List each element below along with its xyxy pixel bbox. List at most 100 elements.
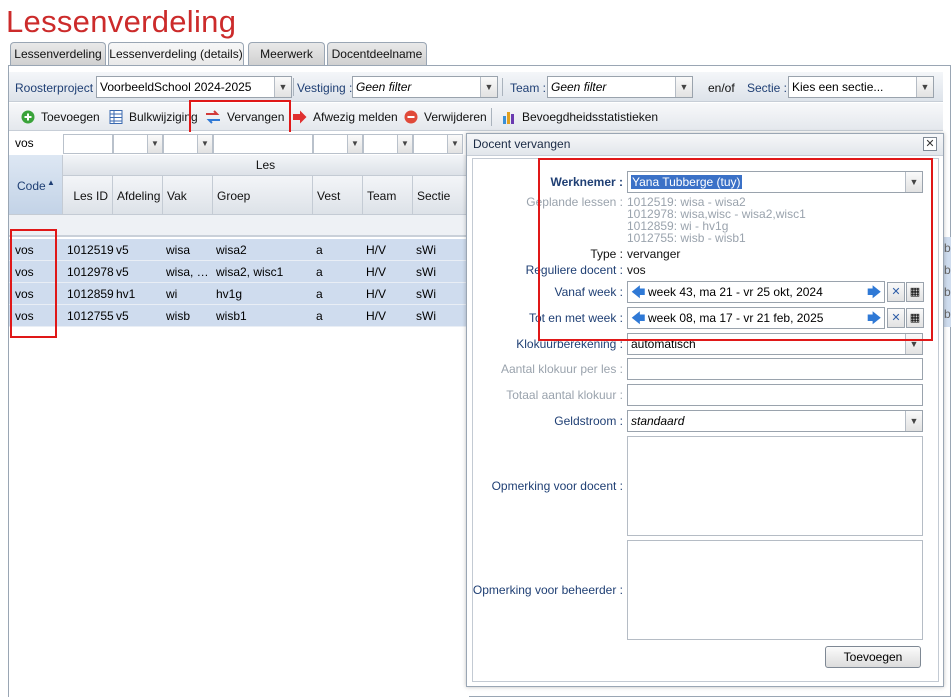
arrow-right-icon[interactable]: 🡆: [867, 311, 881, 325]
team-filter[interactable]: ▼: [363, 134, 413, 154]
close-icon[interactable]: ✕: [923, 137, 937, 151]
team-select[interactable]: Geen filter ▼: [547, 76, 693, 98]
cell-groep: wisa2, wisc1: [216, 265, 284, 279]
sectie-filter[interactable]: ▼: [413, 134, 463, 154]
opm-beheerder-textarea[interactable]: [627, 540, 923, 640]
dialog-header: Docent vervangen ✕: [467, 134, 943, 156]
chevron-down-icon[interactable]: ▼: [147, 135, 162, 153]
team-value: Geen filter: [551, 80, 607, 94]
vanaf-value: week 43, ma 21 - vr 25 okt, 2024: [648, 285, 823, 299]
cell-groep: wisb1: [216, 309, 247, 323]
tab-lessenverdeling[interactable]: Lessenverdeling: [10, 42, 106, 66]
replace-label: Vervangen: [227, 110, 285, 124]
chevron-down-icon[interactable]: ▼: [397, 135, 412, 153]
table-row[interactable]: vos 1012978 v5 wisa, … wisa2, wisc1 a H/…: [9, 261, 469, 283]
table-row[interactable]: vos 1012519 v5 wisa wisa2 a H/V sWi: [9, 239, 469, 261]
cell-afdeling: hv1: [116, 287, 136, 301]
column-header-les-id[interactable]: Les ID: [63, 176, 113, 215]
table-row[interactable]: vos 1012755 v5 wisb wisb1 a H/V sWi: [9, 305, 469, 327]
vak-filter[interactable]: ▼: [163, 134, 213, 154]
geldstroom-select[interactable]: standaard ▼: [627, 410, 923, 432]
sectie-header-label: Sectie: [417, 189, 451, 203]
cell-sectie: sWi: [416, 243, 436, 257]
arrow-left-icon[interactable]: 🡄: [631, 311, 645, 325]
chevron-down-icon[interactable]: ▼: [905, 411, 922, 431]
cell-vest: a: [316, 287, 323, 301]
chevron-down-icon[interactable]: ▼: [347, 135, 362, 153]
clear-icon[interactable]: ✕: [887, 308, 905, 328]
chevron-down-icon[interactable]: ▼: [916, 77, 933, 97]
vanaf-week-picker[interactable]: 🡄 week 43, ma 21 - vr 25 okt, 2024 🡆: [627, 281, 885, 303]
code-header-label: Code: [17, 179, 46, 193]
werknemer-select[interactable]: Yana Tubberge (tuy) ▼: [627, 171, 923, 193]
arrow-right-icon[interactable]: 🡆: [867, 285, 881, 299]
arrow-left-icon[interactable]: 🡄: [631, 285, 645, 299]
sectie-select[interactable]: Kies een sectie... ▼: [788, 76, 934, 98]
replace-button[interactable]: Vervangen: [205, 108, 284, 126]
vestiging-select[interactable]: Geen filter ▼: [352, 76, 498, 98]
report-absent-button[interactable]: Afwezig melden: [293, 108, 398, 126]
vestiging-label: Vestiging :: [297, 81, 353, 95]
code-filter-input[interactable]: vos: [11, 134, 63, 154]
aantal-label: Aantal klokuur per les :: [500, 362, 623, 376]
totaal-klokuur-input[interactable]: [627, 384, 923, 406]
app-title: Lessenverdeling: [6, 4, 237, 39]
cell-vak: wisa, …: [166, 265, 209, 279]
column-header-vak[interactable]: Vak: [163, 176, 213, 215]
afdeling-filter[interactable]: ▼: [113, 134, 163, 154]
enof-label: en/of: [708, 81, 735, 95]
opm-docent-label: Opmerking voor docent :: [491, 479, 623, 493]
cell-sectie: sWi: [416, 265, 436, 279]
cell-les-id: 1012978: [67, 265, 114, 279]
divider: [491, 108, 492, 126]
grid-icon: [109, 110, 123, 124]
geplande-line: 1012755: wisb - wisb1: [627, 231, 746, 245]
chevron-down-icon[interactable]: ▼: [905, 172, 922, 192]
opm-docent-textarea[interactable]: [627, 436, 923, 536]
column-header-afdeling[interactable]: Afdeling: [113, 176, 163, 215]
chevron-down-icon[interactable]: ▼: [480, 77, 497, 97]
add-button[interactable]: Toevoegen: [21, 108, 100, 126]
toolbar: Toevoegen Bulkwijziging Vervangen Afwezi…: [9, 103, 943, 131]
groep-filter[interactable]: [213, 134, 313, 154]
cell-groep: hv1g: [216, 287, 243, 301]
qualification-stats-button[interactable]: Bevoegdheidsstatistieken: [502, 108, 658, 126]
chevron-down-icon[interactable]: ▼: [675, 77, 692, 97]
vest-filter[interactable]: ▼: [313, 134, 363, 154]
type-value: vervanger: [627, 247, 681, 261]
opm-beheerder-label: Opmerking voor beheerder :: [472, 583, 623, 597]
tot-week-picker[interactable]: 🡄 week 08, ma 17 - vr 21 feb, 2025 🡆: [627, 307, 885, 329]
clear-icon[interactable]: ✕: [887, 282, 905, 302]
table-row[interactable]: vos 1012859 hv1 wi hv1g a H/V sWi: [9, 283, 469, 305]
chevron-down-icon[interactable]: ▼: [197, 135, 212, 153]
les-id-filter[interactable]: [63, 134, 113, 154]
column-header-code[interactable]: Code ▲: [9, 155, 63, 215]
klokuur-select[interactable]: automatisch ▼: [627, 333, 923, 355]
column-header-vest[interactable]: Vest: [313, 176, 363, 215]
cell-sectie: sWi: [416, 309, 436, 323]
overflow-glyph: b: [944, 285, 951, 299]
tab-meerwerk[interactable]: Meerwerk: [248, 42, 325, 66]
delete-button[interactable]: Verwijderen: [404, 108, 487, 126]
cell-afdeling: v5: [116, 243, 129, 257]
divider: [293, 78, 294, 96]
chevron-down-icon[interactable]: ▼: [905, 334, 922, 354]
chevron-down-icon[interactable]: ▼: [274, 77, 291, 97]
overflow-glyph: b: [944, 307, 951, 321]
submit-add-button[interactable]: Toevoegen: [825, 646, 921, 668]
tab-lessenverdeling-details[interactable]: Lessenverdeling (details): [108, 42, 244, 67]
afdeling-header-label: Afdeling: [117, 189, 161, 203]
calendar-icon[interactable]: ▦: [906, 308, 924, 328]
tab-docentdeelname[interactable]: Docentdeelname: [327, 42, 427, 66]
bulk-edit-button[interactable]: Bulkwijziging: [109, 108, 198, 126]
chevron-down-icon[interactable]: ▼: [447, 135, 462, 153]
column-header-team[interactable]: Team: [363, 176, 413, 215]
roosterproject-select[interactable]: VoorbeeldSchool 2024-2025 ▼: [96, 76, 292, 98]
aantal-klokuur-input[interactable]: [627, 358, 923, 380]
column-header-sectie[interactable]: Sectie: [413, 176, 469, 215]
column-header-groep[interactable]: Groep: [213, 176, 313, 215]
klokuur-value: automatisch: [631, 337, 696, 351]
cell-team: H/V: [366, 265, 387, 279]
cell-les-id: 1012859: [67, 287, 114, 301]
calendar-icon[interactable]: ▦: [906, 282, 924, 302]
